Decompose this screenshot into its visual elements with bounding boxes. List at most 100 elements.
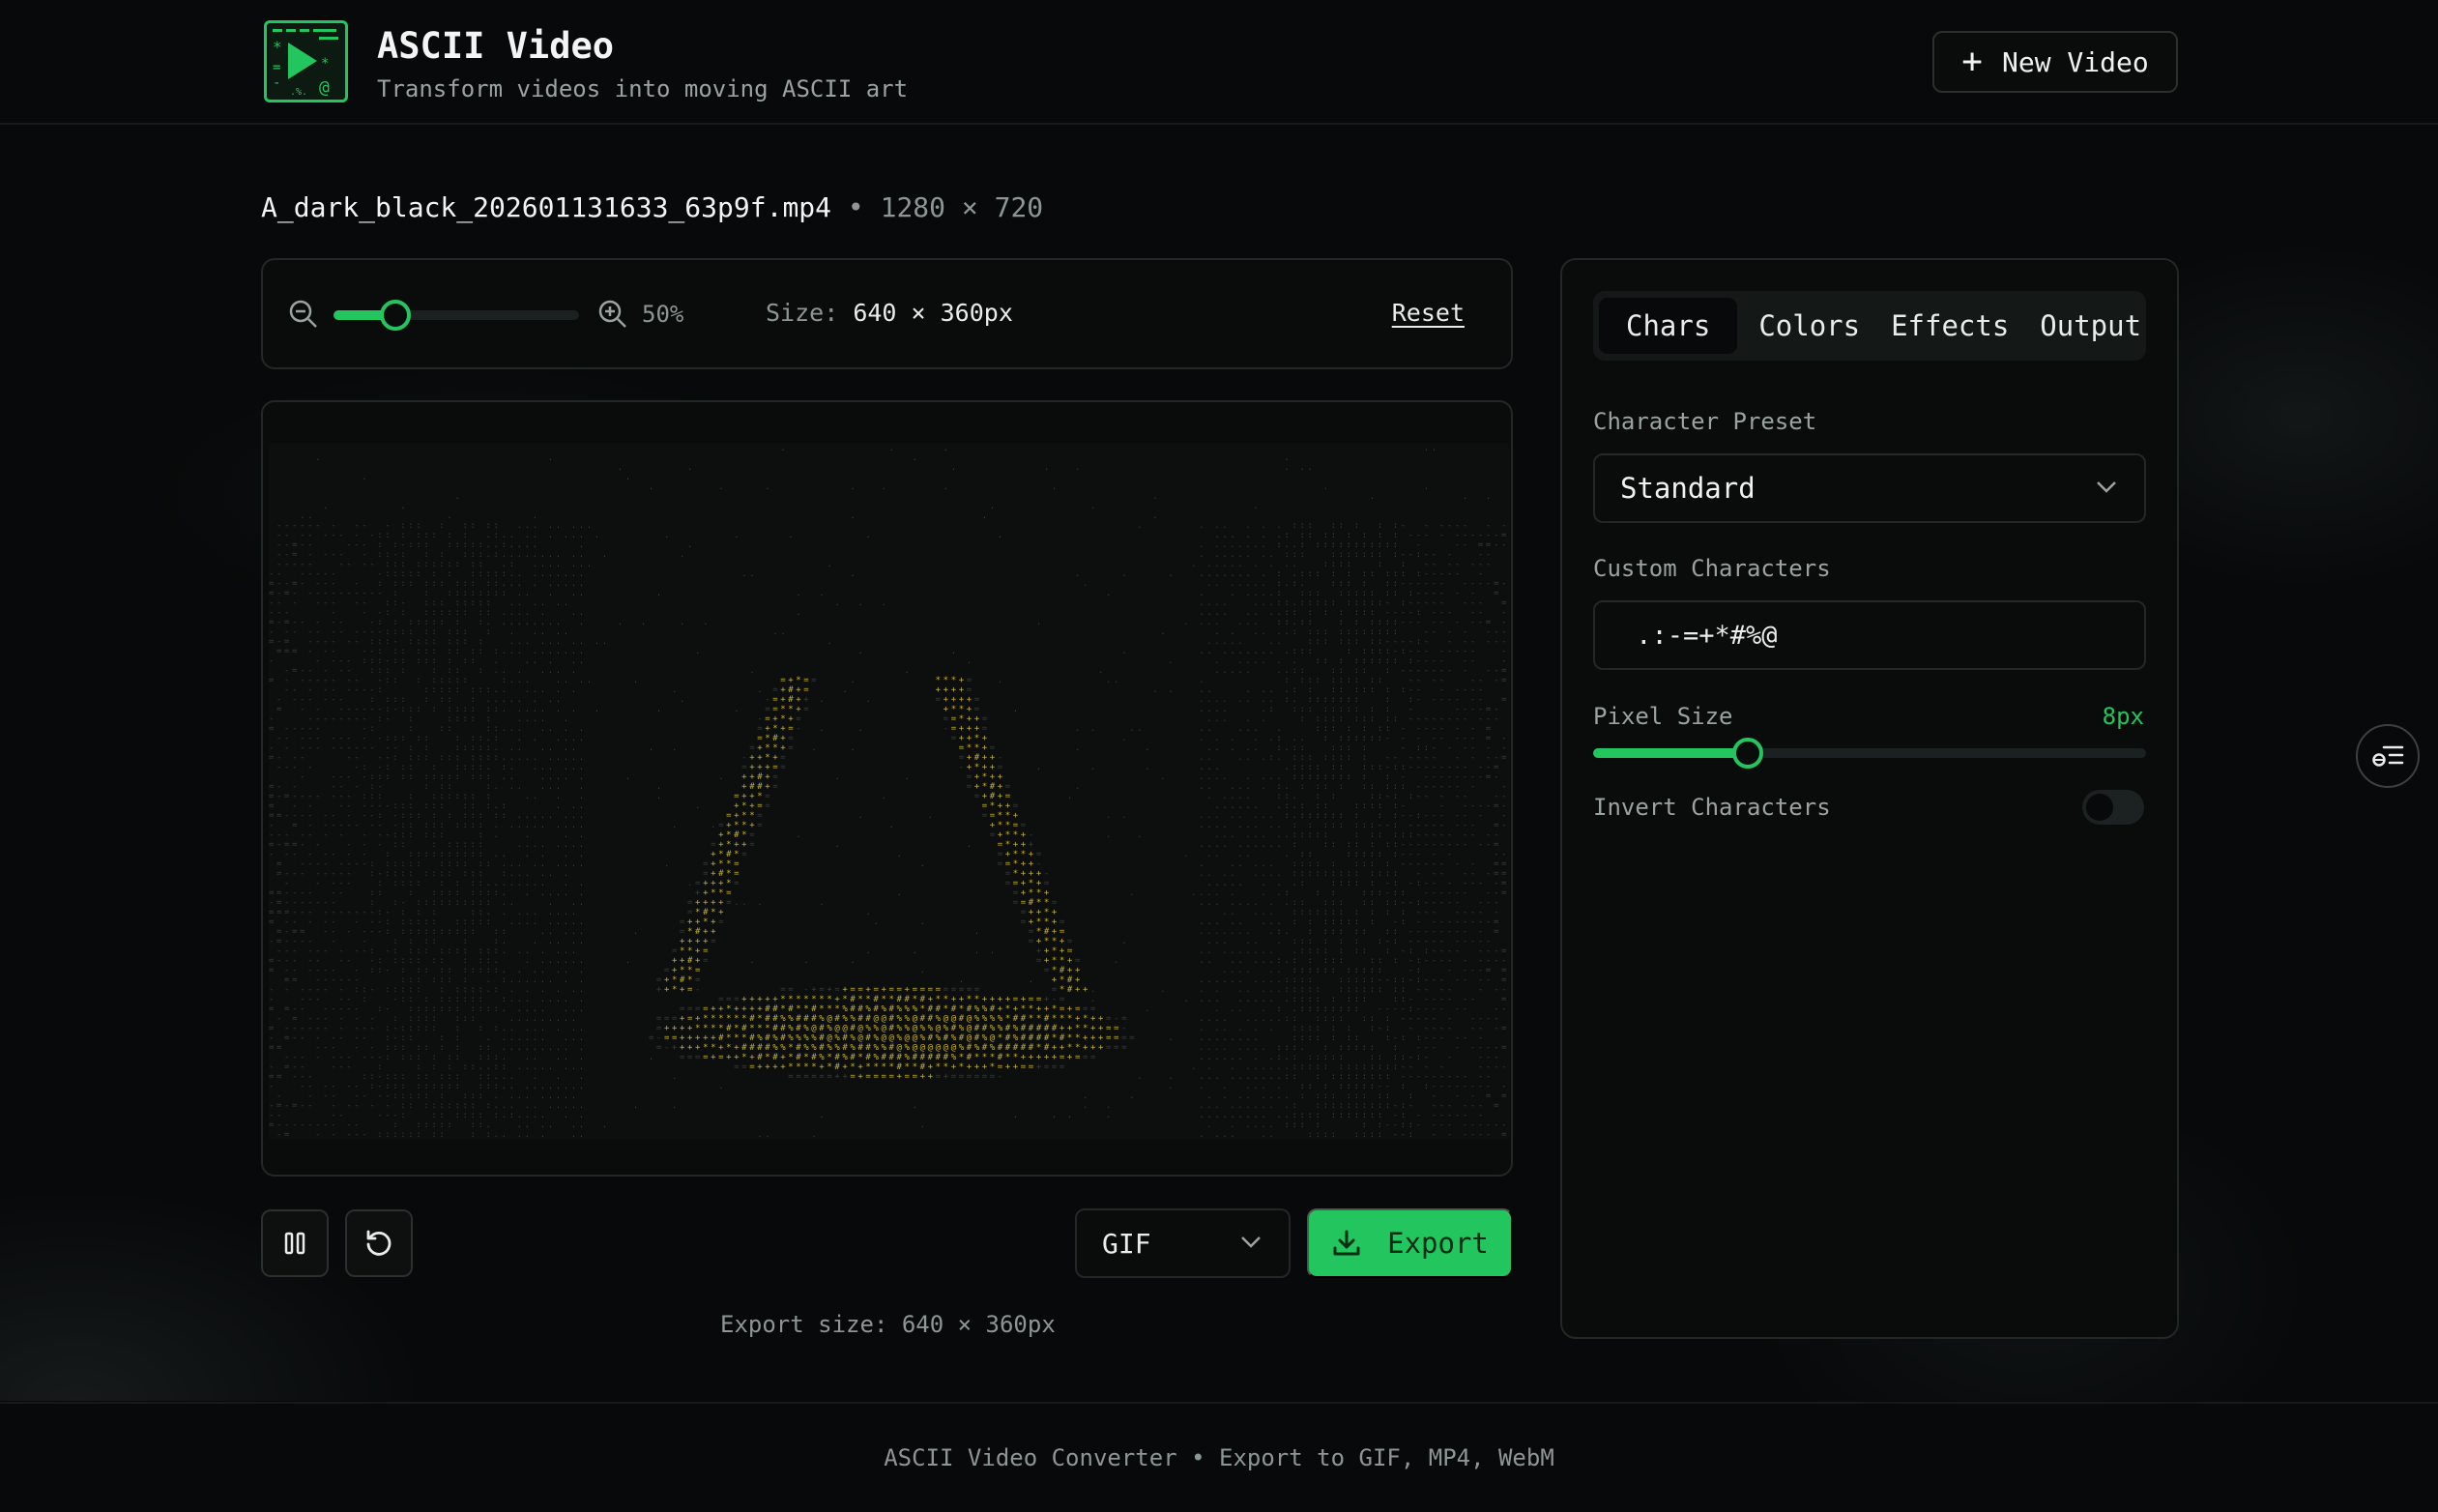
ascii-glyph: % bbox=[974, 1004, 980, 1014]
ascii-glyph: : bbox=[1339, 927, 1344, 937]
ascii-glyph: = bbox=[1013, 995, 1019, 1004]
pause-button[interactable] bbox=[261, 1209, 329, 1277]
ascii-glyph: : bbox=[1339, 676, 1344, 685]
ascii-glyph: * bbox=[765, 743, 769, 753]
ascii-glyph: + bbox=[680, 937, 685, 946]
side-panel-button[interactable] bbox=[2356, 724, 2420, 788]
ascii-glyph: - bbox=[362, 743, 366, 753]
ascii-glyph: # bbox=[874, 995, 880, 1004]
ascii-glyph: * bbox=[943, 995, 948, 1004]
ascii-glyph: - bbox=[385, 714, 390, 724]
zoom-out-icon[interactable] bbox=[288, 299, 319, 330]
tab-effects[interactable]: Effects bbox=[1875, 298, 2024, 354]
character-preset-select[interactable]: Standard bbox=[1593, 453, 2146, 523]
zoom-in-icon[interactable] bbox=[597, 299, 628, 330]
ascii-glyph: = bbox=[269, 1004, 275, 1014]
ascii-glyph: . bbox=[579, 1043, 584, 1053]
ascii-glyph: . bbox=[1486, 492, 1491, 502]
ascii-glyph: . bbox=[1214, 714, 1219, 724]
ascii-glyph: - bbox=[346, 540, 351, 550]
ascii-glyph: . bbox=[943, 482, 948, 492]
ascii-glyph: . bbox=[525, 1082, 530, 1091]
ascii-glyph: : bbox=[439, 821, 444, 830]
ascii-glyph: - bbox=[369, 647, 374, 656]
ascii-glyph: - bbox=[1416, 531, 1421, 540]
export-button[interactable]: Export bbox=[1307, 1208, 1513, 1278]
ascii-glyph: - bbox=[1432, 937, 1437, 946]
ascii-glyph: + bbox=[990, 753, 996, 763]
ascii-glyph: - bbox=[331, 908, 335, 917]
ascii-glyph: . bbox=[533, 1004, 537, 1014]
ascii-glyph: - bbox=[1470, 830, 1475, 840]
ascii-glyph: - bbox=[1439, 1004, 1444, 1014]
ascii-glyph: : bbox=[1308, 598, 1313, 608]
ascii-glyph: : bbox=[1370, 618, 1375, 627]
ascii-glyph: - bbox=[354, 743, 359, 753]
ascii-glyph: : bbox=[400, 550, 405, 560]
export-format-select[interactable]: GIF bbox=[1075, 1208, 1291, 1278]
ascii-glyph: : bbox=[1401, 888, 1406, 898]
ascii-glyph: : bbox=[471, 927, 476, 937]
ascii-glyph: : bbox=[400, 1082, 405, 1091]
pixel-size-slider-fill bbox=[1593, 748, 1749, 758]
ascii-glyph: * bbox=[889, 1062, 894, 1072]
reset-zoom-link[interactable]: Reset bbox=[1392, 299, 1465, 327]
ascii-glyph: . bbox=[540, 1033, 545, 1043]
ascii-glyph: : bbox=[431, 821, 436, 830]
ascii-glyph: . bbox=[1222, 705, 1227, 714]
ascii-glyph: - bbox=[331, 1082, 335, 1091]
zoom-slider[interactable] bbox=[334, 300, 579, 331]
ascii-glyph: - bbox=[315, 569, 320, 579]
ascii-glyph: % bbox=[1013, 1033, 1019, 1043]
tab-chars[interactable]: Chars bbox=[1599, 298, 1738, 354]
ascii-glyph: . bbox=[1308, 463, 1313, 473]
ascii-glyph: : bbox=[463, 705, 468, 714]
ascii-glyph: = bbox=[1059, 917, 1065, 927]
ascii-glyph: . bbox=[1253, 627, 1258, 637]
pixel-size-slider-thumb[interactable] bbox=[1732, 738, 1764, 769]
ascii-glyph: + bbox=[943, 695, 949, 705]
ascii-glyph: - bbox=[1478, 898, 1483, 908]
ascii-glyph: . bbox=[579, 772, 584, 782]
ascii-glyph: : bbox=[431, 908, 436, 917]
ascii-glyph: . bbox=[502, 608, 507, 618]
ascii-glyph: : bbox=[1378, 1130, 1382, 1139]
ascii-glyph: = bbox=[687, 985, 693, 995]
invert-characters-toggle[interactable] bbox=[2082, 790, 2144, 825]
ascii-glyph: # bbox=[695, 927, 701, 937]
ascii-glyph: * bbox=[803, 995, 808, 1004]
ascii-glyph: = bbox=[680, 1004, 685, 1014]
ascii-glyph: . bbox=[1230, 743, 1234, 753]
ascii-glyph: . bbox=[525, 676, 530, 685]
pixel-size-slider[interactable] bbox=[1593, 738, 2146, 769]
ascii-glyph: * bbox=[865, 1062, 870, 1072]
ascii-glyph: : bbox=[400, 647, 405, 656]
ascii-glyph: : bbox=[447, 1062, 451, 1072]
ascii-glyph: : bbox=[455, 579, 460, 589]
ascii-glyph: : bbox=[416, 927, 421, 937]
ascii-glyph: . bbox=[571, 637, 576, 647]
ascii-glyph: - bbox=[1478, 705, 1483, 714]
new-video-button[interactable]: + New Video bbox=[1932, 31, 2178, 93]
zoom-slider-thumb[interactable] bbox=[379, 300, 411, 331]
ascii-glyph: . bbox=[494, 1072, 499, 1082]
ascii-glyph: . bbox=[1285, 1091, 1290, 1101]
ascii-glyph: : bbox=[1370, 975, 1375, 985]
ascii-glyph: - bbox=[400, 598, 405, 608]
restart-button[interactable] bbox=[345, 1209, 413, 1277]
ascii-glyph: + bbox=[1052, 1043, 1058, 1053]
tab-output[interactable]: Output bbox=[2024, 298, 2157, 354]
ascii-glyph: - bbox=[362, 589, 366, 598]
tab-colors[interactable]: Colors bbox=[1743, 298, 1875, 354]
ascii-glyph: : bbox=[1308, 521, 1313, 531]
ascii-glyph: : bbox=[1292, 772, 1297, 782]
ascii-glyph: = bbox=[998, 840, 1003, 850]
ascii-glyph: - bbox=[1463, 917, 1467, 927]
ascii-glyph: : bbox=[1370, 1072, 1375, 1082]
ascii-glyph: . bbox=[1237, 695, 1242, 705]
ascii-glyph: . bbox=[672, 1101, 677, 1111]
ascii-glyph: * bbox=[1075, 1024, 1080, 1033]
ascii-glyph: : bbox=[479, 540, 483, 550]
custom-characters-input[interactable] bbox=[1593, 600, 2146, 670]
ascii-glyph: - bbox=[323, 685, 328, 695]
